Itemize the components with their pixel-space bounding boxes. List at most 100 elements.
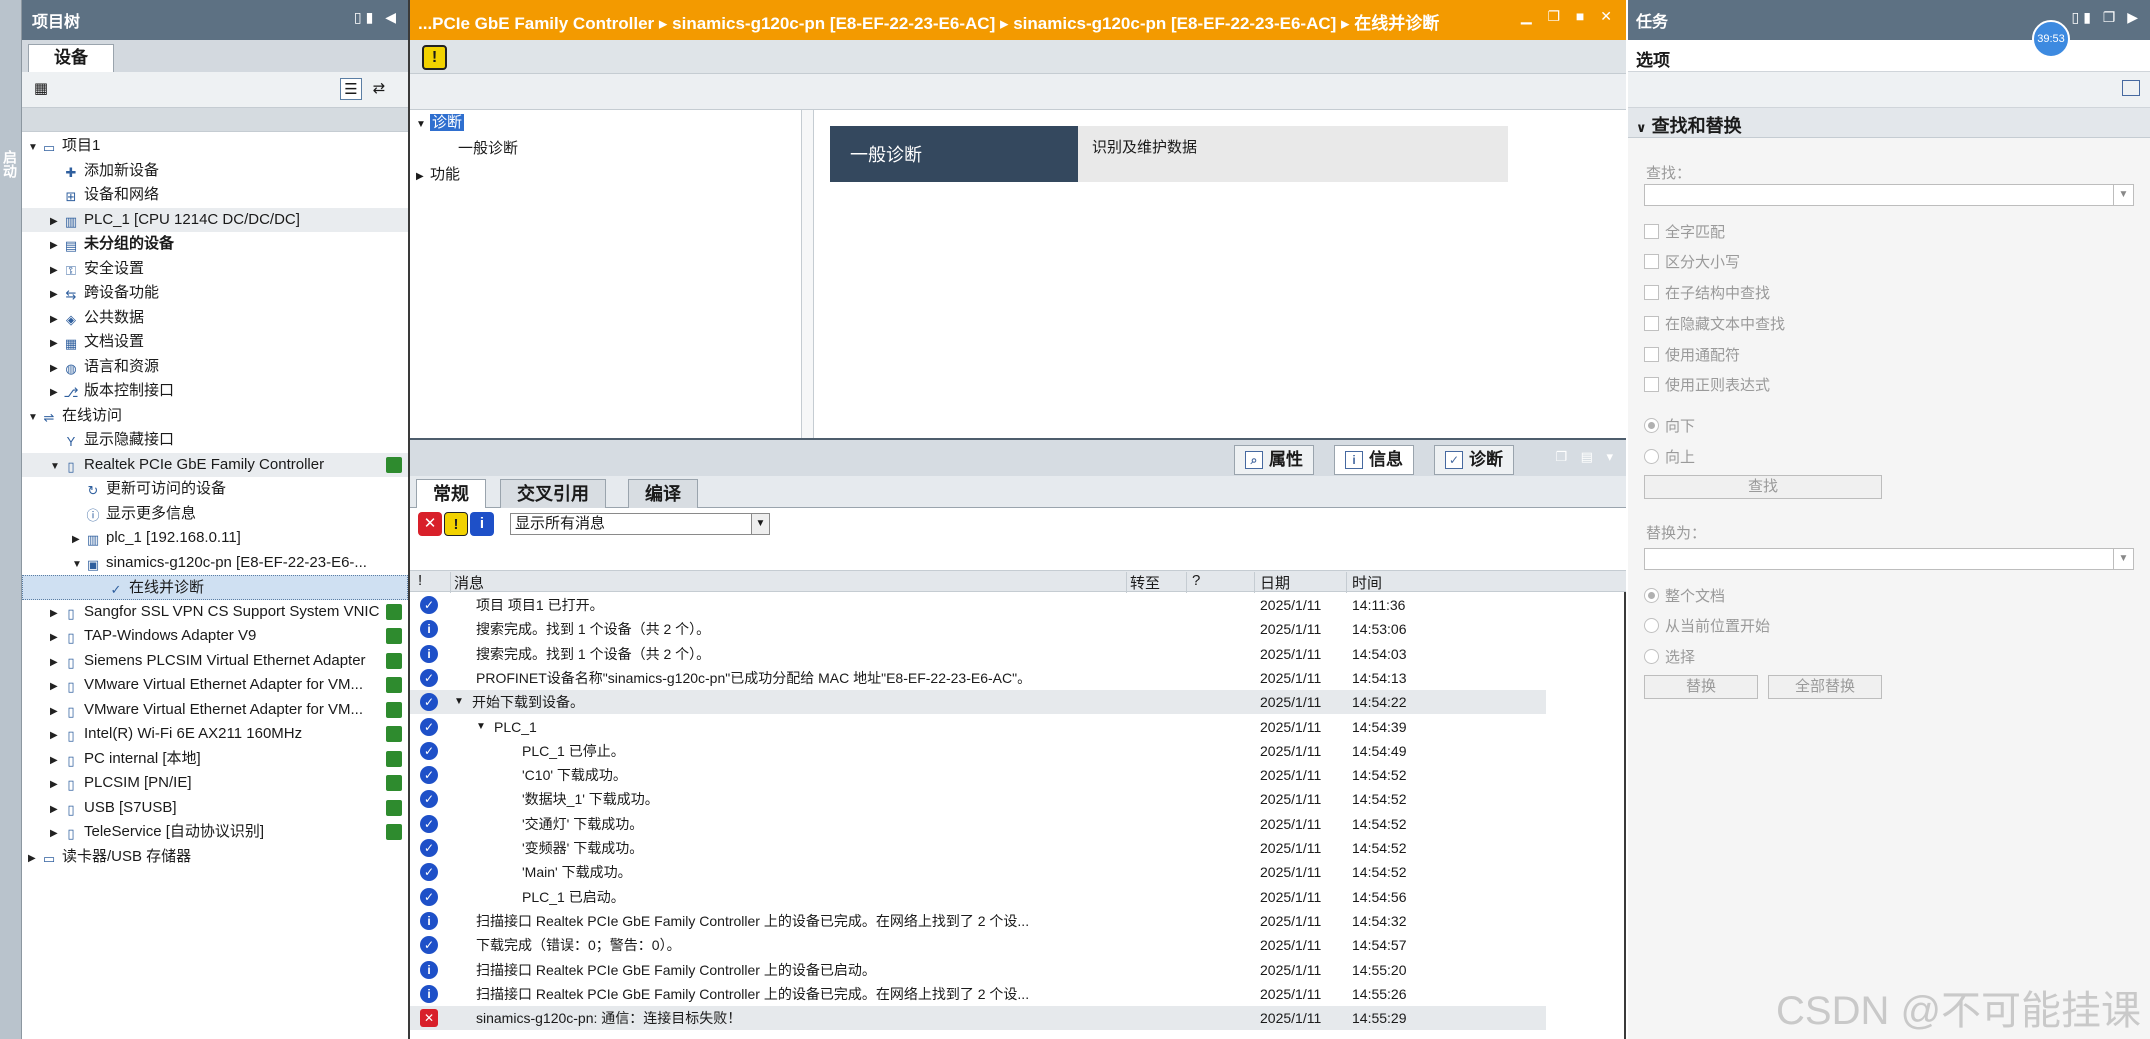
sync-icon[interactable]: ⇄ <box>368 78 390 100</box>
message-row[interactable]: ✓ '数据块_1' 下载成功。 2025/1/11 14:54:52 <box>410 787 1546 811</box>
find-button[interactable]: 查找 <box>1644 475 1882 499</box>
subtab-cross-reference[interactable]: 交叉引用 <box>500 479 606 508</box>
col-header-goto[interactable]: 转至 <box>1130 572 1160 593</box>
column-divider[interactable] <box>450 572 451 593</box>
warning-filter-icon[interactable]: ! <box>444 512 468 536</box>
tab-properties[interactable]: ⌕ 属性 <box>1234 445 1314 475</box>
collapse-arrow-icon[interactable]: ▶ <box>50 651 62 676</box>
tree-item[interactable]: ▶ ▯ USB [S7USB] <box>22 796 408 821</box>
search-substructure-checkbox[interactable]: 在子结构中查找 <box>1644 282 1770 303</box>
info-filter-icon[interactable]: i <box>470 512 494 536</box>
panel-controls[interactable]: ▯▮ ◀ <box>354 9 400 26</box>
overview-icon[interactable]: ☰ <box>340 78 362 100</box>
collapse-arrow-icon[interactable]: ▶ <box>416 164 430 190</box>
find-input[interactable]: ▼ <box>1644 184 2134 206</box>
message-row[interactable]: i 搜索完成。找到 1 个设备（共 2 个）。 2025/1/11 14:54:03 <box>410 642 1546 666</box>
tree-item[interactable]: ▼ ▯ Realtek PCIe GbE Family Controller <box>22 452 408 480</box>
message-row[interactable]: ✕ sinamics-g120c-pn: 通信：连接目标失败！ 2025/1/11 1… <box>410 1006 1546 1031</box>
tree-item[interactable]: ↻ 更新可访问的设备 <box>22 477 408 502</box>
col-header-help[interactable]: ? <box>1192 572 1200 589</box>
tree-item[interactable]: ▶ ▥ PLC_1 [CPU 1214C DC/DC/DC] <box>22 207 408 235</box>
splitter-handle[interactable] <box>802 110 814 438</box>
collapse-arrow-icon[interactable]: ▶ <box>50 749 62 774</box>
match-case-checkbox[interactable]: 区分大小写 <box>1644 251 1740 272</box>
message-row[interactable]: ✓ 'C10' 下载成功。 2025/1/11 14:54:52 <box>410 763 1546 787</box>
collapse-arrow-icon[interactable]: ▶ <box>50 381 62 406</box>
panel-controls[interactable]: ▯▮ ❐ ▶ <box>2071 9 2142 26</box>
search-hidden-text-checkbox[interactable]: 在隐藏文本中查找 <box>1644 313 1785 334</box>
message-row[interactable]: ✓ ▼ 开始下载到设备。 2025/1/11 14:54:22 <box>410 690 1546 715</box>
message-row[interactable]: i 扫描接口 Realtek PCIe GbE Family Controller… <box>410 982 1546 1006</box>
col-header-message[interactable]: 消息 <box>454 572 484 593</box>
tree-item[interactable]: ▶ ▭ 读卡器/USB 存储器 <box>22 845 408 870</box>
message-row[interactable]: ✓ 项目 项目1 已打开。 2025/1/11 14:11:36 <box>410 593 1546 617</box>
window-controls[interactable]: ▁ ❐ ■ ✕ <box>1521 8 1618 25</box>
tree-item[interactable]: ▶ ⚿ 安全设置 <box>22 257 408 282</box>
tab-diagnostics[interactable]: ✓ 诊断 <box>1434 445 1514 475</box>
tree-item[interactable]: ▶ ▯ TeleService [自动协议识别] <box>22 820 408 845</box>
collapse-arrow-icon[interactable]: ▶ <box>50 210 62 235</box>
tree-item[interactable]: ▶ ▯ Intel(R) Wi-Fi 6E AX211 160MHz <box>22 722 408 747</box>
tree-item[interactable]: ▶ ⎇ 版本控制接口 <box>22 379 408 404</box>
collapse-arrow-icon[interactable]: ▶ <box>72 528 84 553</box>
message-row[interactable]: ✓ PLC_1 已启动。 2025/1/11 14:54:56 <box>410 885 1546 909</box>
expand-arrow-icon[interactable]: ▼ <box>416 112 430 138</box>
collapse-arrow-icon[interactable]: ▶ <box>50 602 62 627</box>
collapse-arrow-icon[interactable]: ▶ <box>50 332 62 357</box>
message-row[interactable]: i 扫描接口 Realtek PCIe GbE Family Controller… <box>410 909 1546 933</box>
start-tab-label[interactable]: 启动 <box>2 150 20 178</box>
collapse-arrow-icon[interactable]: ▶ <box>50 308 62 333</box>
column-divider[interactable] <box>1186 572 1187 593</box>
inspector-window-controls[interactable]: ❐ ▤ ▾ <box>1555 449 1618 465</box>
chevron-down-icon[interactable]: ∨ <box>1636 120 1647 135</box>
tree-item[interactable]: ▶ ▯ VMware Virtual Ethernet Adapter for VM… <box>22 673 408 698</box>
tab-devices[interactable]: 设备 <box>28 44 114 72</box>
tab-info[interactable]: i 信息 <box>1334 445 1414 475</box>
tree-item[interactable]: ▼ ▭ 项目1 <box>22 134 408 159</box>
tree-item[interactable]: ▶ ▯ PC internal [本地] <box>22 747 408 772</box>
expand-arrow-icon[interactable]: ▼ <box>28 136 40 161</box>
expand-arrow-icon[interactable]: ▼ <box>50 455 62 480</box>
wildcards-checkbox[interactable]: 使用通配符 <box>1644 344 1740 365</box>
message-row[interactable]: i 扫描接口 Realtek PCIe GbE Family Controller… <box>410 958 1546 982</box>
error-filter-icon[interactable]: ✕ <box>418 512 442 536</box>
expand-arrow-icon[interactable]: ▼ <box>72 553 84 578</box>
find-replace-header[interactable]: ∨ 查找和替换 <box>1628 108 2150 138</box>
scope-from-current-radio[interactable]: 从当前位置开始 <box>1644 615 1770 636</box>
collapse-arrow-icon[interactable]: ▶ <box>50 283 62 308</box>
tree-item[interactable]: ▶ ▯ VMware Virtual Ethernet Adapter for VM… <box>22 698 408 723</box>
subtab-compile[interactable]: 编译 <box>628 479 698 508</box>
expand-arrow-icon[interactable]: ▼ <box>476 715 486 739</box>
collapse-arrow-icon[interactable]: ▶ <box>50 675 62 700</box>
tree-item[interactable]: ⊞ 设备和网络 <box>22 183 408 208</box>
message-row[interactable]: ✓ 下载完成（错误：0；警告：0）。 2025/1/11 14:54:57 <box>410 933 1546 957</box>
message-row[interactable]: i 搜索完成。找到 1 个设备（共 2 个）。 2025/1/11 14:53:06 <box>410 617 1546 641</box>
nav-item-general-diagnostics[interactable]: 一般诊断 <box>410 136 801 162</box>
nav-item-functions[interactable]: ▶ 功能 <box>410 162 801 188</box>
scope-whole-document-radio[interactable]: 整个文档 <box>1644 585 1725 606</box>
direction-up-radio[interactable]: 向上 <box>1644 446 1695 467</box>
chevron-down-icon[interactable]: ▼ <box>2113 185 2133 205</box>
warning-icon[interactable]: ! <box>422 45 447 70</box>
subtab-general[interactable]: 常规 <box>416 479 486 508</box>
tree-item[interactable]: ▶ ▦ 文档设置 <box>22 330 408 355</box>
direction-down-radio[interactable]: 向下 <box>1644 415 1695 436</box>
tree-item[interactable]: ▶ ▯ PLCSIM [PN/IE] <box>22 771 408 796</box>
message-row[interactable]: ✓ '变频器' 下载成功。 2025/1/11 14:54:52 <box>410 836 1546 860</box>
tree-item[interactable]: ✚ 添加新设备 <box>22 159 408 184</box>
col-header-severity[interactable]: ! <box>418 572 422 589</box>
collapse-arrow-icon[interactable]: ▶ <box>50 724 62 749</box>
scope-selection-radio[interactable]: 选择 <box>1644 646 1695 667</box>
tree-item[interactable]: ✓ 在线并诊断 <box>22 575 408 600</box>
tree-item[interactable]: ▼ ▣ sinamics-g120c-pn [E8-EF-22-23-E6-... <box>22 551 408 576</box>
col-header-date[interactable]: 日期 <box>1260 572 1290 593</box>
message-row[interactable]: ✓ PLC_1 已停止。 2025/1/11 14:54:49 <box>410 739 1546 763</box>
expand-arrow-icon[interactable]: ▼ <box>454 690 464 714</box>
chevron-down-icon[interactable]: ▼ <box>751 514 769 534</box>
collapse-arrow-icon[interactable]: ▶ <box>50 259 62 284</box>
tree-item[interactable]: ▼ ⇌ 在线访问 <box>22 404 408 429</box>
column-divider[interactable] <box>1126 572 1127 593</box>
collapse-arrow-icon[interactable]: ▶ <box>50 822 62 847</box>
message-row[interactable]: ✓ ▼ PLC_1 2025/1/11 14:54:39 <box>410 715 1546 739</box>
tree-item[interactable]: ▶ ▯ Siemens PLCSIM Virtual Ethernet Adapte… <box>22 649 408 674</box>
